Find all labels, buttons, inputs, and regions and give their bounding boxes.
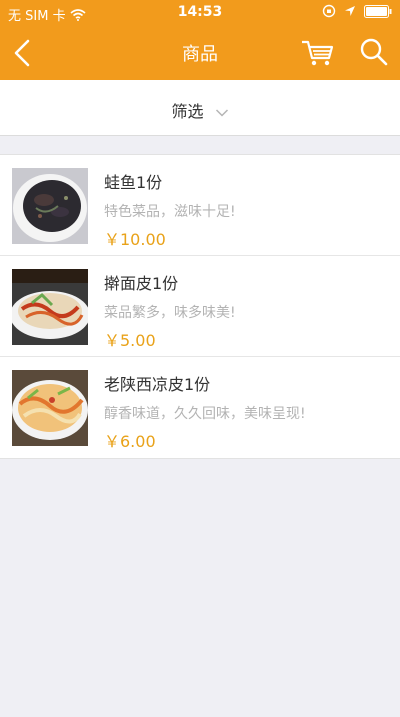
product-name: 擀面皮1份 (104, 274, 179, 293)
status-bar: 无 SIM 卡 14:53 (0, 0, 400, 26)
shopping-cart-icon (302, 40, 334, 66)
product-item[interactable]: 蛙鱼1份 特色菜品，滋味十足! ￥10.00 (0, 155, 400, 256)
product-description: 菜品繁多，味多味美! (104, 305, 236, 321)
filter-bar: 筛选 (0, 80, 400, 136)
product-image (12, 168, 88, 244)
filter-button[interactable]: 筛选 (0, 98, 400, 122)
search-button[interactable] (358, 36, 390, 68)
product-list: 蛙鱼1份 特色菜品，滋味十足! ￥10.00 擀面皮1份 菜品繁多，味多味美! … (0, 154, 400, 459)
chevron-down-icon (215, 108, 228, 117)
product-price: ￥6.00 (104, 432, 156, 451)
orientation-lock-icon (322, 4, 336, 18)
filter-label: 筛选 (171, 102, 204, 121)
product-image (12, 269, 88, 345)
product-name: 蛙鱼1份 (104, 173, 163, 192)
product-description: 特色菜品，滋味十足! (104, 204, 236, 220)
app-header: 无 SIM 卡 14:53 商品 (0, 0, 400, 80)
product-description: 醇香味道，久久回味，美味呈现! (104, 406, 306, 422)
status-right (322, 4, 392, 18)
product-price: ￥5.00 (104, 331, 156, 350)
product-item[interactable]: 擀面皮1份 菜品繁多，味多味美! ￥5.00 (0, 256, 400, 357)
product-name: 老陕西凉皮1份 (104, 375, 211, 394)
location-icon (345, 6, 355, 16)
search-icon (360, 38, 388, 66)
battery-icon (364, 4, 392, 18)
product-price: ￥10.00 (104, 230, 166, 249)
product-image (12, 370, 88, 446)
product-item[interactable]: 老陕西凉皮1份 醇香味道，久久回味，美味呈现! ￥6.00 (0, 357, 400, 458)
navigation-bar: 商品 (0, 26, 400, 80)
cart-button[interactable] (300, 38, 336, 68)
page-title: 商品 (182, 44, 218, 65)
